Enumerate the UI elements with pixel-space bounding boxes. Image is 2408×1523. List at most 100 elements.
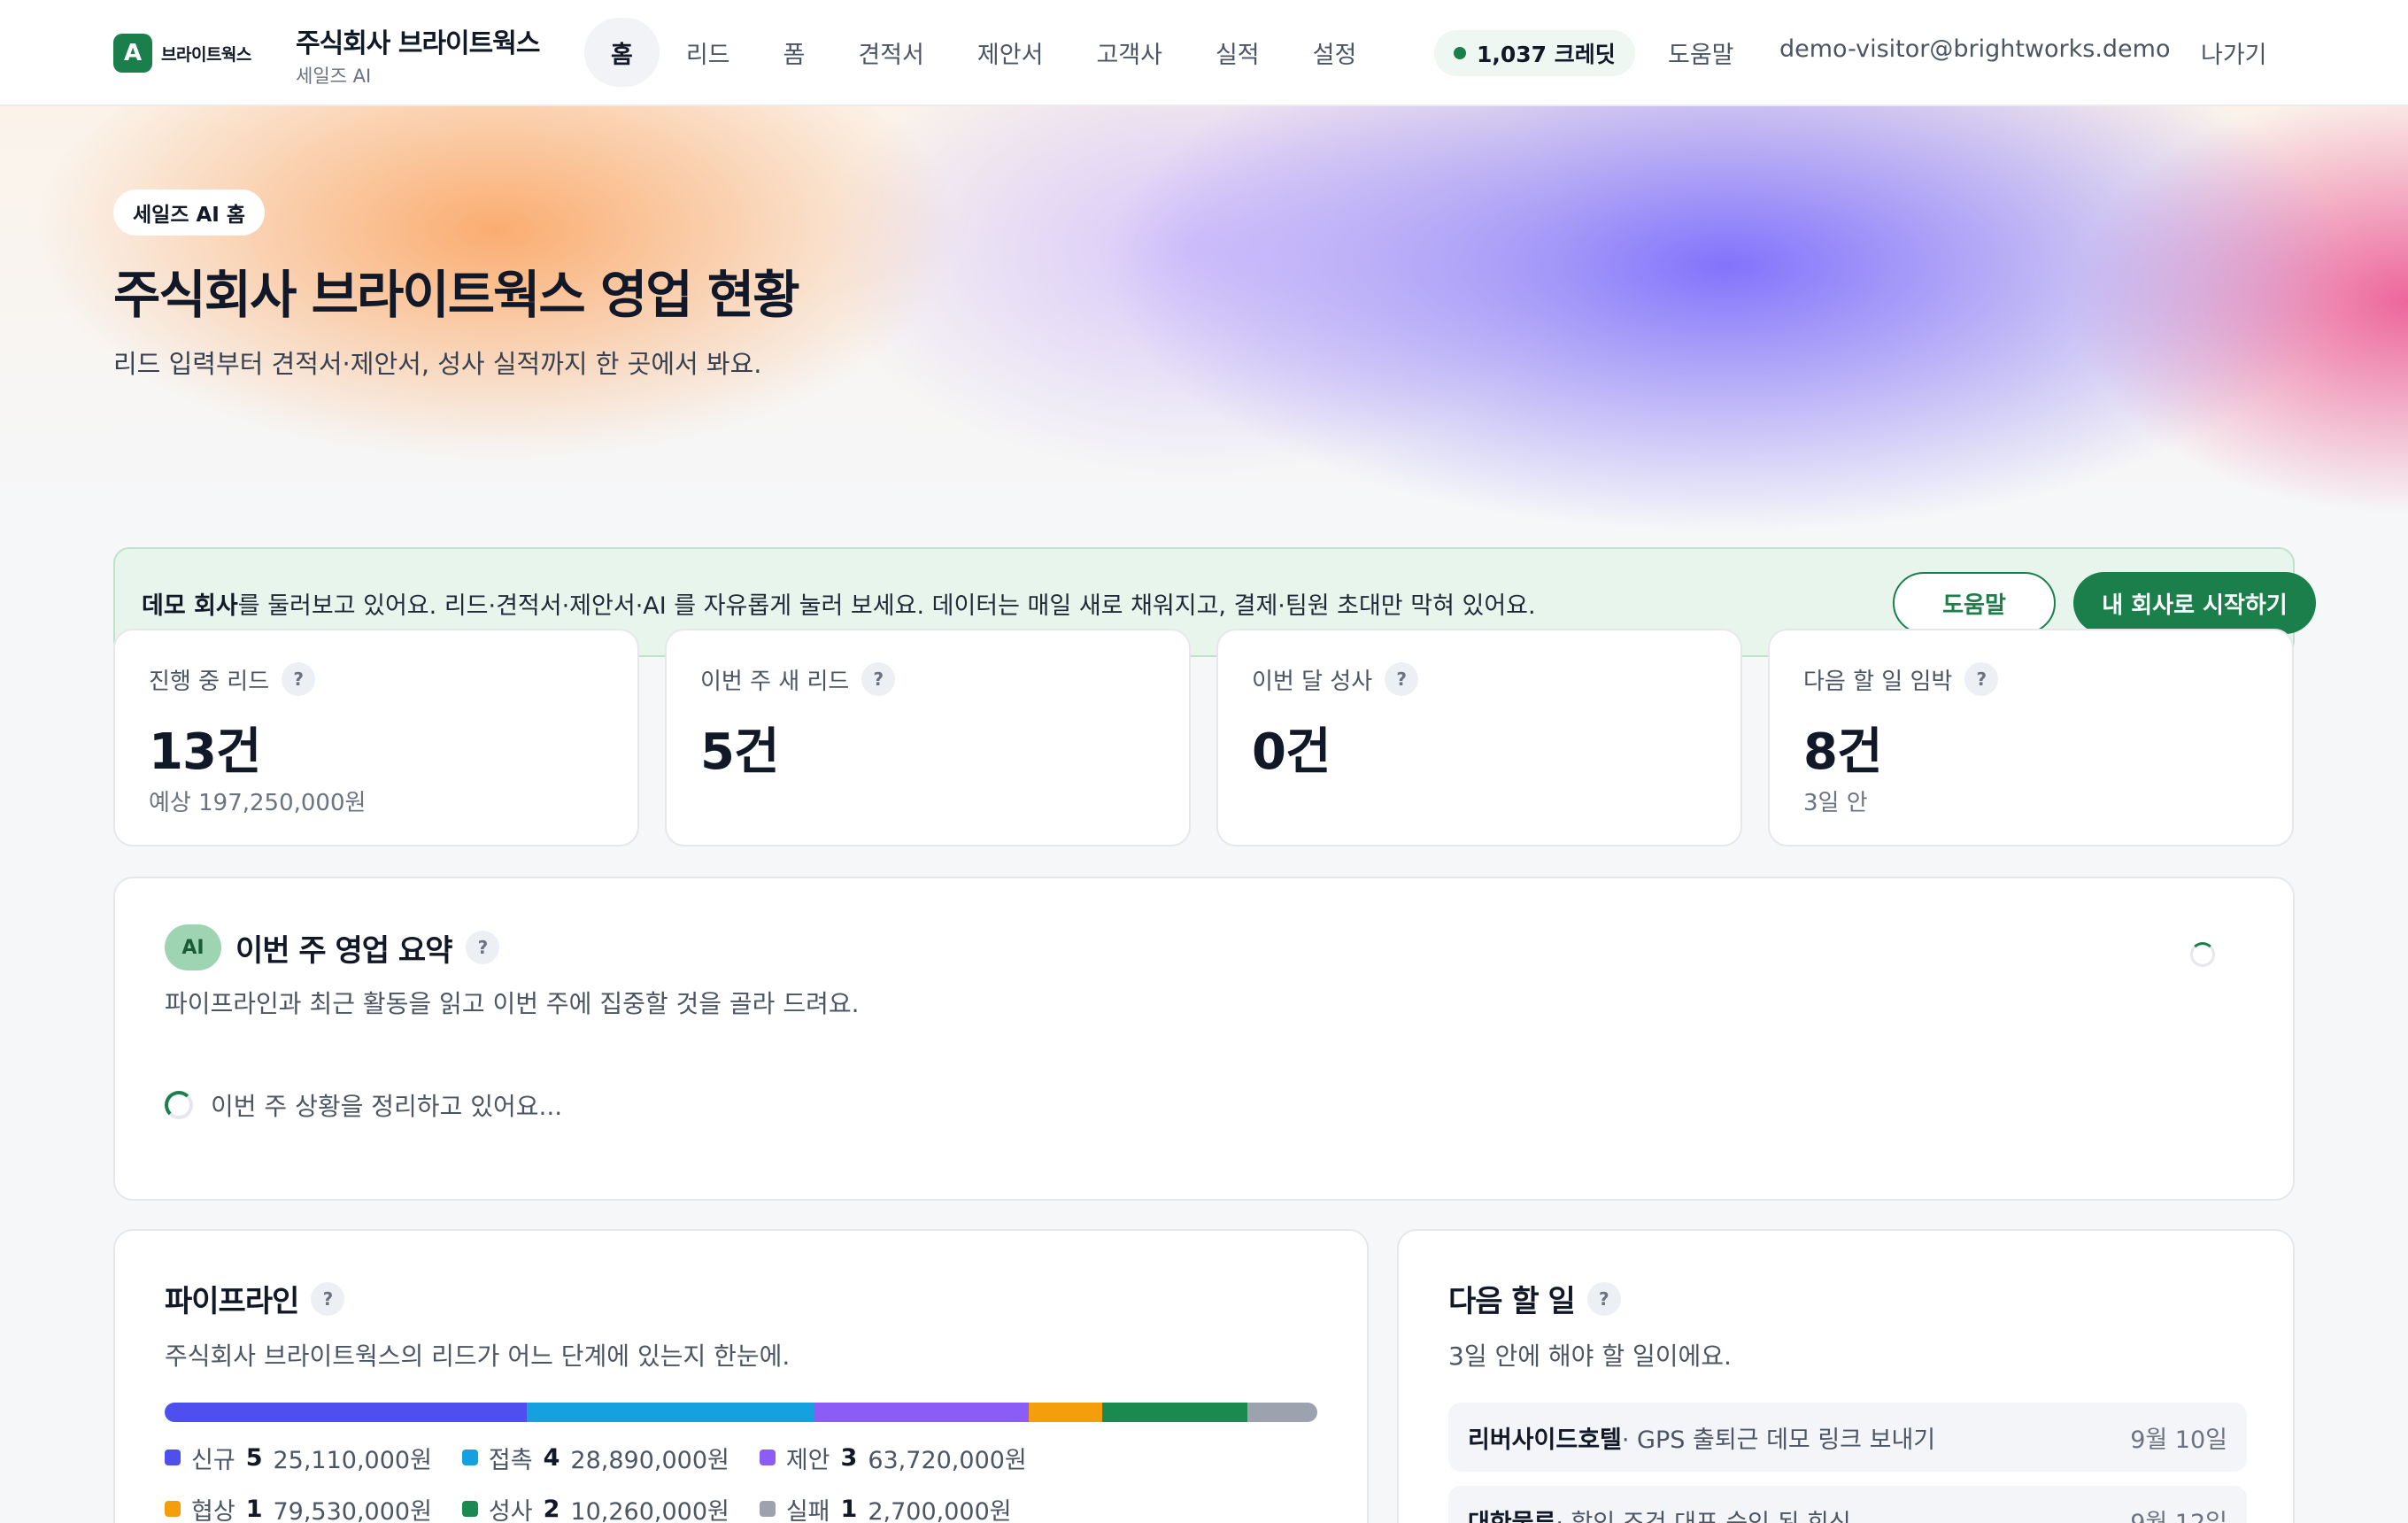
help-button[interactable]: 도움말 [1893,572,2056,634]
pipeline-segment[interactable] [1246,1403,1317,1422]
status-dot-icon [1454,47,1466,59]
stage-name: 신규 [191,1446,235,1474]
help-icon[interactable]: ? [861,662,896,696]
demo-banner-text: 데모 회사를 둘러보고 있어요. 리드·견적서·제안서·AI 를 자유롭게 눌러… [142,586,1536,621]
start-own-company-button[interactable]: 내 회사로 시작하기 [2073,572,2316,634]
nav-item[interactable]: 견적서 [831,18,951,87]
stage-count: 1 [245,1495,263,1523]
pipeline-card: 파이프라인 ? 주식회사 브라이트웍스의 리드가 어느 단계에 있는지 한눈에.… [113,1229,1369,1523]
brand-name: 주식회사 브라이트웍스 [296,28,540,59]
stat-value: 8건 [1803,723,1882,781]
stat-label-row: 이번 달 성사? [1252,662,1419,696]
stat-footnote: 예상 197,250,000원 [149,790,367,816]
hero-section: 세일즈 AI 홈 주식회사 브라이트웍스 영업 현황 리드 입력부터 견적서·제… [0,106,2408,531]
stat-label-row: 진행 중 리드? [149,662,316,696]
stage-amount: 10,260,000원 [570,1497,729,1523]
brand: 주식회사 브라이트웍스 세일즈 AI [296,21,540,89]
nav-item[interactable]: 제안서 [951,18,1070,87]
pipeline-legend-item[interactable]: 협상 1 79,530,000원 [165,1489,432,1523]
stage-amount: 25,110,000원 [273,1446,432,1474]
stage-name: 성사 [488,1497,533,1523]
logo-mark-icon: A [113,34,152,73]
pipeline-segment[interactable] [165,1403,527,1422]
nav-item[interactable]: 설정 [1286,18,1384,87]
stat-value: 5건 [700,723,779,781]
help-link[interactable]: 도움말 [1668,35,1734,70]
help-icon[interactable]: ? [466,931,500,964]
page-subtitle: 리드 입력부터 견적서·제안서, 성사 실적까지 한 곳에서 봐요. [113,349,762,379]
next-todo-card: 다음 할 일 ? 3일 안에 해야 할 일이에요. 리버사이드호텔 · GPS … [1397,1229,2295,1523]
ai-loading-row: 이번 주 상황을 정리하고 있어요... [165,1087,562,1123]
ai-summary-title: 이번 주 영업 요약 [235,932,452,969]
todo-item[interactable]: 리버사이드호텔 · GPS 출퇴근 데모 링크 보내기 9월 10일 [1448,1403,2247,1472]
stat-card-new-leads[interactable]: 이번 주 새 리드? 5건 [665,629,1191,847]
logo-text: 브라이트웍스 [161,44,251,65]
pipeline-bar [165,1403,1317,1422]
refresh-spinner-icon [2190,942,2215,967]
ai-summary-header: AI 이번 주 영업 요약 ? [165,924,500,970]
legend-swatch-icon [461,1450,478,1465]
todo-title: 다음 할 일 [1448,1284,1576,1319]
pipeline-subtitle: 주식회사 브라이트웍스의 리드가 어느 단계에 있는지 한눈에. [165,1341,791,1371]
todo-task: · 할인 조건 대표 승인 된 회신 [1555,1509,1851,1523]
credits-label: 1,037 크레딧 [1477,42,1616,67]
demo-banner-message: 를 둘러보고 있어요. 리드·견적서·제안서·AI 를 자유롭게 눌러 보세요.… [237,592,1536,620]
stat-value: 0건 [1252,723,1331,781]
hero-badge: 세일즈 AI 홈 [113,189,266,236]
stat-label-row: 다음 할 일 임박? [1803,662,1999,696]
stat-label: 다음 할 일 임박 [1803,668,1953,695]
logo[interactable]: A 브라이트웍스 [113,34,251,73]
todo-task: · GPS 출퇴근 데모 링크 보내기 [1621,1426,1936,1454]
pipeline-segment[interactable] [526,1403,815,1422]
pipeline-segment[interactable] [1101,1403,1247,1422]
stat-card-upcoming-todos[interactable]: 다음 할 일 임박? 8건 3일 안 [1768,629,2294,847]
ai-summary-subtitle: 파이프라인과 최근 활동을 읽고 이번 주에 집중할 것을 골라 드려요. [165,989,860,1018]
stat-label: 이번 달 성사 [1252,668,1373,695]
todo-date: 9월 10일 [2130,1426,2227,1454]
todo-company: 대한물류 [1468,1509,1556,1523]
legend-swatch-icon [165,1450,181,1465]
nav-item[interactable]: 실적 [1189,18,1286,87]
legend-swatch-icon [759,1501,776,1517]
help-icon[interactable]: ? [1586,1281,1621,1316]
nav-item[interactable]: 홈 [584,18,660,87]
stat-footnote: 3일 안 [1803,790,1868,816]
stat-card-active-leads[interactable]: 진행 중 리드? 13건 예상 197,250,000원 [113,629,639,847]
logout-link[interactable]: 나가기 [2201,35,2267,70]
pipeline-legend-item[interactable]: 접촉 4 28,890,000원 [461,1438,729,1477]
pipeline-legend-item[interactable]: 제안 3 63,720,000원 [759,1438,1027,1477]
stat-value: 13건 [149,723,261,781]
help-icon[interactable]: ? [282,662,316,696]
ai-badge: AI [165,924,221,970]
stage-count: 1 [840,1495,858,1523]
credits-badge[interactable]: 1,037 크레딧 [1434,30,1635,76]
todo-item[interactable]: 대한물류 · 할인 조건 대표 승인 된 회신 9월 12일 [1448,1486,2247,1523]
pipeline-legend-item[interactable]: 실패 1 2,700,000원 [759,1489,1012,1523]
user-email[interactable]: demo-visitor@brightworks.demo [1779,35,2170,63]
pipeline-legend-item[interactable]: 성사 2 10,260,000원 [461,1489,729,1523]
main-nav: 홈 리드 폼 견적서 제안서 고객사 실적 설정 [584,18,1383,87]
stage-amount: 28,890,000원 [570,1446,729,1474]
stage-name: 제안 [785,1446,830,1474]
stage-name: 협상 [191,1497,235,1523]
stage-amount: 2,700,000원 [868,1497,1012,1523]
demo-banner-bold: 데모 회사 [142,592,238,620]
stat-card-closed-deals[interactable]: 이번 달 성사? 0건 [1216,629,1742,847]
todo-date: 9월 12일 [2130,1509,2227,1523]
todo-company: 리버사이드호텔 [1468,1426,1622,1454]
stage-name: 접촉 [488,1446,533,1474]
pipeline-segment[interactable] [1029,1403,1102,1422]
pipeline-legend-item[interactable]: 신규 5 25,110,000원 [165,1438,432,1477]
pipeline-segment[interactable] [814,1403,1030,1422]
stage-count: 4 [543,1443,560,1472]
help-icon[interactable]: ? [1385,662,1419,696]
nav-item[interactable]: 폼 [757,18,832,87]
stage-amount: 63,720,000원 [868,1446,1027,1474]
stage-count: 3 [840,1443,858,1472]
help-icon[interactable]: ? [311,1281,345,1316]
stat-label: 이번 주 새 리드 [700,668,850,695]
help-icon[interactable]: ? [1964,662,1999,696]
legend-swatch-icon [165,1501,181,1517]
nav-item[interactable]: 리드 [660,18,757,87]
nav-item[interactable]: 고객사 [1069,18,1189,87]
